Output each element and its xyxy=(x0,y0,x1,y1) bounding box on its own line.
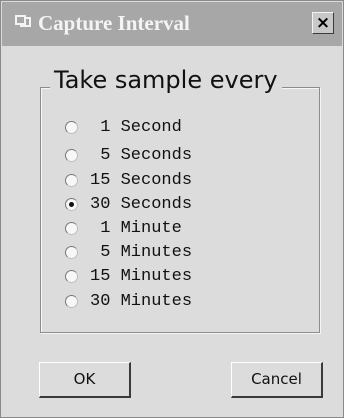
option-1-minute[interactable]: 1 Minute xyxy=(65,217,265,241)
option-1-second[interactable]: 1 Second xyxy=(65,116,265,140)
option-15-minutes[interactable]: 15 Minutes xyxy=(65,265,265,289)
app-icon xyxy=(14,12,32,30)
radio-button[interactable] xyxy=(65,270,78,283)
option-label: 30 Minutes xyxy=(90,292,193,311)
radio-button[interactable] xyxy=(65,222,78,235)
cancel-button[interactable]: Cancel xyxy=(231,362,323,398)
radio-button[interactable] xyxy=(65,295,78,308)
option-label: 5 Seconds xyxy=(90,146,193,165)
option-30-seconds[interactable]: 30 Seconds xyxy=(65,193,265,217)
radio-button[interactable] xyxy=(65,149,78,162)
option-5-minutes[interactable]: 5 Minutes xyxy=(65,241,265,265)
group-legend: Take sample every xyxy=(50,64,282,96)
option-label: 5 Minutes xyxy=(90,243,193,262)
radio-button[interactable] xyxy=(65,174,78,187)
option-label: 1 Minute xyxy=(90,219,182,238)
radio-button[interactable] xyxy=(65,121,78,134)
option-label: 1 Second xyxy=(90,118,182,137)
option-label: 15 Minutes xyxy=(90,267,193,286)
radio-button[interactable] xyxy=(65,246,78,259)
option-label: 30 Seconds xyxy=(90,195,193,214)
dialog-title: Capture Interval xyxy=(38,11,190,35)
option-label: 15 Seconds xyxy=(90,171,193,190)
radio-button[interactable] xyxy=(65,198,78,211)
option-5-seconds[interactable]: 5 Seconds xyxy=(65,144,265,168)
close-button[interactable]: × xyxy=(312,12,334,34)
option-30-minutes[interactable]: 30 Minutes xyxy=(65,290,265,314)
capture-interval-dialog: Capture Interval × Take sample every 1 S… xyxy=(0,0,344,418)
close-icon: × xyxy=(315,13,331,33)
ok-button[interactable]: OK xyxy=(39,362,131,398)
title-bar[interactable]: Capture Interval × xyxy=(2,2,342,46)
option-15-seconds[interactable]: 15 Seconds xyxy=(65,169,265,193)
